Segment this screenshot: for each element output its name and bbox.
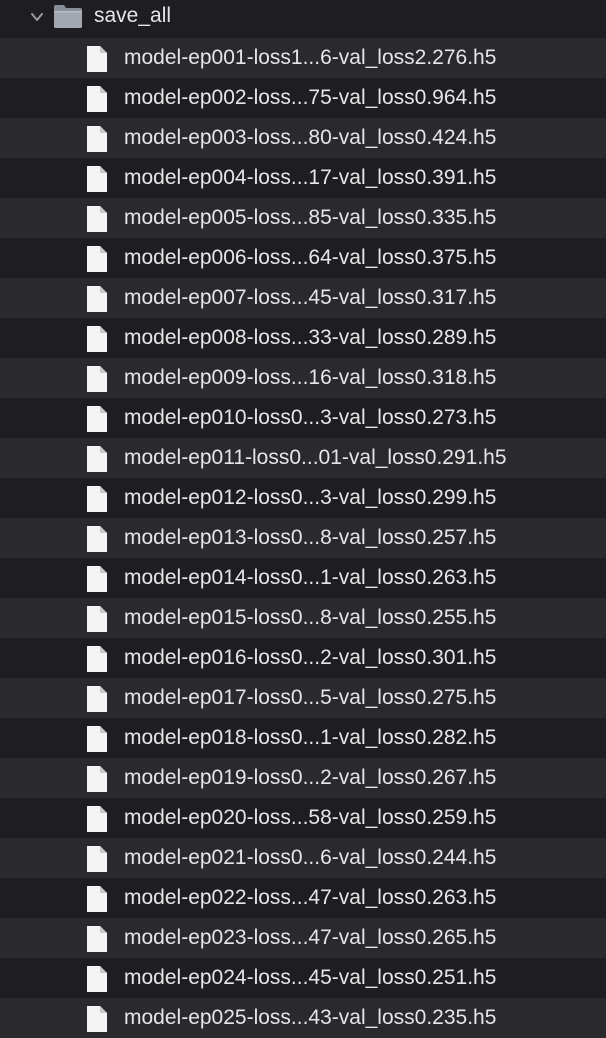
- file-name: model-ep004-loss...17-val_loss0.391.h5: [124, 166, 497, 189]
- folder-icon: [53, 3, 83, 29]
- document-icon: [85, 845, 109, 873]
- file-name: model-ep023-loss...47-val_loss0.265.h5: [124, 926, 497, 949]
- file-name: model-ep007-loss...45-val_loss0.317.h5: [124, 286, 497, 309]
- document-icon: [85, 645, 109, 673]
- file-name: model-ep003-loss...80-val_loss0.424.h5: [124, 126, 497, 149]
- document-icon: [85, 725, 109, 753]
- document-icon: [85, 285, 109, 313]
- file-row[interactable]: model-ep010-loss0...3-val_loss0.273.h5: [0, 398, 606, 438]
- file-name: model-ep005-loss...85-val_loss0.335.h5: [124, 206, 497, 229]
- file-row[interactable]: model-ep002-loss...75-val_loss0.964.h5: [0, 78, 606, 118]
- file-name: model-ep006-loss...64-val_loss0.375.h5: [124, 246, 497, 269]
- file-row[interactable]: model-ep003-loss...80-val_loss0.424.h5: [0, 118, 606, 158]
- file-name: model-ep024-loss...45-val_loss0.251.h5: [124, 966, 497, 989]
- document-icon: [85, 1005, 109, 1033]
- document-icon: [85, 485, 109, 513]
- document-icon: [85, 365, 109, 393]
- file-row[interactable]: model-ep024-loss...45-val_loss0.251.h5: [0, 958, 606, 998]
- file-name: model-ep019-loss0...2-val_loss0.267.h5: [124, 766, 497, 789]
- document-icon: [85, 805, 109, 833]
- document-icon: [85, 965, 109, 993]
- document-icon: [85, 765, 109, 793]
- file-row[interactable]: model-ep015-loss0...8-val_loss0.255.h5: [0, 598, 606, 638]
- file-row[interactable]: model-ep023-loss...47-val_loss0.265.h5: [0, 918, 606, 958]
- file-row[interactable]: model-ep016-loss0...2-val_loss0.301.h5: [0, 638, 606, 678]
- document-icon: [85, 445, 109, 473]
- file-name: model-ep011-loss0...01-val_loss0.291.h5: [124, 446, 507, 469]
- file-name: model-ep021-loss0...6-val_loss0.244.h5: [124, 846, 497, 869]
- file-name: model-ep012-loss0...3-val_loss0.299.h5: [124, 486, 497, 509]
- file-name: model-ep022-loss...47-val_loss0.263.h5: [124, 886, 497, 909]
- file-row[interactable]: model-ep019-loss0...2-val_loss0.267.h5: [0, 758, 606, 798]
- file-row[interactable]: model-ep011-loss0...01-val_loss0.291.h5: [0, 438, 606, 478]
- file-name: model-ep002-loss...75-val_loss0.964.h5: [124, 86, 497, 109]
- folder-row-save-all[interactable]: save_all: [0, 0, 606, 38]
- file-row[interactable]: model-ep012-loss0...3-val_loss0.299.h5: [0, 478, 606, 518]
- file-row[interactable]: model-ep022-loss...47-val_loss0.263.h5: [0, 878, 606, 918]
- file-row[interactable]: model-ep007-loss...45-val_loss0.317.h5: [0, 278, 606, 318]
- file-name: model-ep001-loss1...6-val_loss2.276.h5: [124, 46, 497, 69]
- document-icon: [85, 245, 109, 273]
- file-row[interactable]: model-ep018-loss0...1-val_loss0.282.h5: [0, 718, 606, 758]
- file-name: model-ep008-loss...33-val_loss0.289.h5: [124, 326, 497, 349]
- file-name: model-ep014-loss0...1-val_loss0.263.h5: [124, 566, 497, 589]
- file-row[interactable]: model-ep014-loss0...1-val_loss0.263.h5: [0, 558, 606, 598]
- file-row[interactable]: model-ep009-loss...16-val_loss0.318.h5: [0, 358, 606, 398]
- file-name: model-ep009-loss...16-val_loss0.318.h5: [124, 366, 497, 389]
- file-name: model-ep020-loss...58-val_loss0.259.h5: [124, 806, 497, 829]
- file-name: model-ep025-loss...43-val_loss0.235.h5: [124, 1006, 497, 1029]
- file-name: model-ep016-loss0...2-val_loss0.301.h5: [124, 646, 497, 669]
- document-icon: [85, 885, 109, 913]
- document-icon: [85, 925, 109, 953]
- file-name: model-ep015-loss0...8-val_loss0.255.h5: [124, 606, 497, 629]
- folder-name: save_all: [94, 4, 172, 27]
- document-icon: [85, 565, 109, 593]
- document-icon: [85, 165, 109, 193]
- finder-list-view: save_all model-ep001-loss1...6-val_loss2…: [0, 0, 606, 1038]
- file-row[interactable]: model-ep001-loss1...6-val_loss2.276.h5: [0, 38, 606, 78]
- file-name: model-ep017-loss0...5-val_loss0.275.h5: [124, 686, 497, 709]
- document-icon: [85, 205, 109, 233]
- file-row[interactable]: model-ep017-loss0...5-val_loss0.275.h5: [0, 678, 606, 718]
- file-row[interactable]: model-ep004-loss...17-val_loss0.391.h5: [0, 158, 606, 198]
- document-icon: [85, 325, 109, 353]
- document-icon: [85, 85, 109, 113]
- document-icon: [85, 605, 109, 633]
- file-row[interactable]: model-ep005-loss...85-val_loss0.335.h5: [0, 198, 606, 238]
- document-icon: [85, 525, 109, 553]
- file-row[interactable]: model-ep021-loss0...6-val_loss0.244.h5: [0, 838, 606, 878]
- file-name: model-ep013-loss0...8-val_loss0.257.h5: [124, 526, 497, 549]
- chevron-down-icon[interactable]: [28, 8, 46, 26]
- document-icon: [85, 45, 109, 73]
- document-icon: [85, 125, 109, 153]
- file-row[interactable]: model-ep013-loss0...8-val_loss0.257.h5: [0, 518, 606, 558]
- file-row[interactable]: model-ep025-loss...43-val_loss0.235.h5: [0, 998, 606, 1038]
- document-icon: [85, 685, 109, 713]
- document-icon: [85, 405, 109, 433]
- file-name: model-ep010-loss0...3-val_loss0.273.h5: [124, 406, 497, 429]
- file-row[interactable]: model-ep020-loss...58-val_loss0.259.h5: [0, 798, 606, 838]
- file-row[interactable]: model-ep006-loss...64-val_loss0.375.h5: [0, 238, 606, 278]
- file-row[interactable]: model-ep008-loss...33-val_loss0.289.h5: [0, 318, 606, 358]
- file-name: model-ep018-loss0...1-val_loss0.282.h5: [124, 726, 497, 749]
